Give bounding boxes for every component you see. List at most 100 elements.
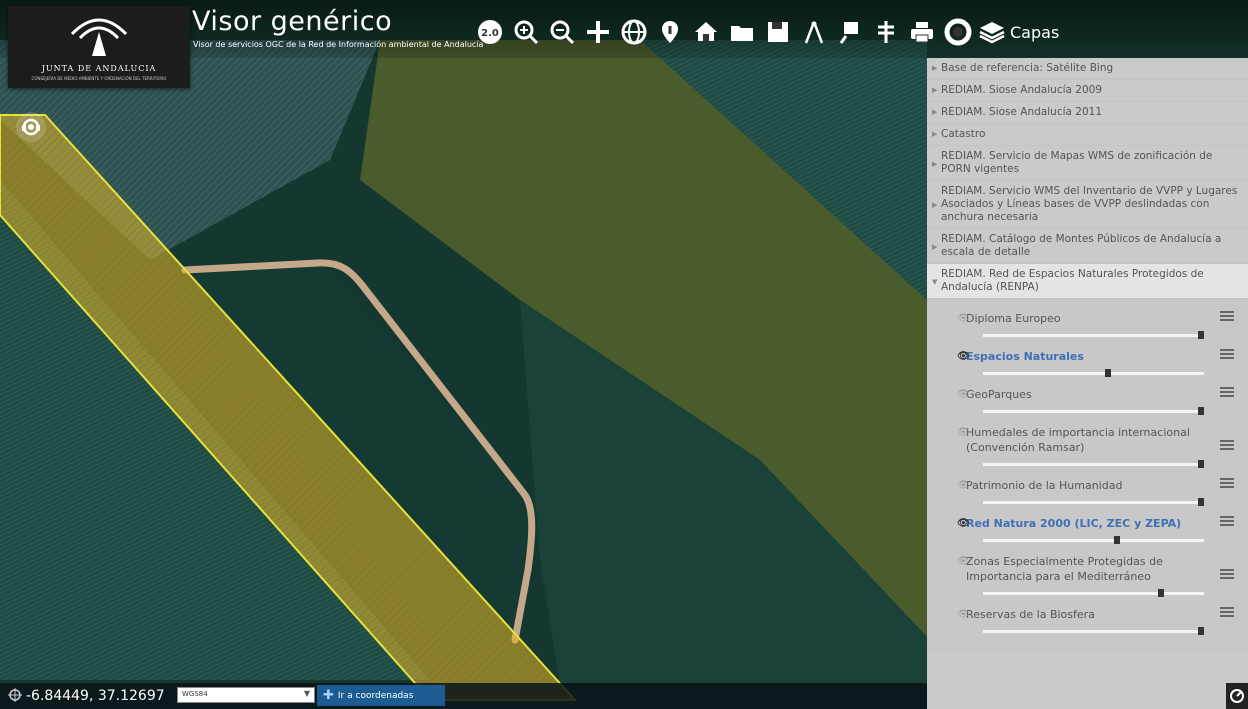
home-icon [695, 22, 717, 41]
layer-name: Reservas de la Biosfera [966, 608, 1095, 621]
folder-icon [731, 26, 753, 41]
draw-button[interactable] [832, 14, 868, 50]
collapse-arrow-icon: ▼ [932, 278, 938, 286]
chevron-down-icon: ▼ [303, 689, 310, 698]
layer-group-label: REDIAM. Siose Andalucía 2011 [941, 106, 1102, 118]
goto-coordinates-button[interactable]: ✚ Ir a coordenadas [317, 685, 445, 706]
layer-group-vvpp[interactable]: ▶ REDIAM. Servicio WMS del Inventario de … [927, 181, 1248, 229]
layer-group-renpa[interactable]: ▼ REDIAM. Red de Espacios Naturales Prote… [927, 264, 1248, 299]
visibility-toggle-icon[interactable]: 👁 [957, 554, 970, 569]
save-button[interactable] [760, 14, 796, 50]
toolbar: 2.0 Capas [472, 12, 1059, 52]
srs-select[interactable]: WGS84 ▼ [177, 687, 315, 703]
info-pin-icon [662, 21, 678, 43]
draw-icon [839, 22, 858, 44]
version-badge-button[interactable]: 2.0 [472, 14, 508, 50]
app-subtitle: Visor de servicios OGC de la Red de Info… [193, 40, 484, 49]
pan-button[interactable] [580, 14, 616, 50]
zoom-in-button[interactable] [508, 14, 544, 50]
expand-arrow-icon: ▶ [932, 130, 938, 138]
layer-group-bing[interactable]: ▶ Base de referencia: Satélite Bing [927, 58, 1248, 80]
visibility-toggle-icon[interactable]: 👁 [957, 516, 970, 531]
visibility-toggle-icon[interactable]: 👁 [957, 311, 970, 326]
print-button[interactable] [904, 14, 940, 50]
legend-list-icon[interactable] [1220, 478, 1234, 490]
print-icon [911, 22, 933, 43]
layer-name: Patrimonio de la Humanidad [966, 479, 1123, 492]
expand-arrow-icon: ▶ [932, 201, 938, 209]
junta-emblem-icon [70, 18, 128, 56]
layer-group-porn[interactable]: ▶ REDIAM. Servicio de Mapas WMS de zonifi… [927, 146, 1248, 181]
expand-arrow-icon: ▶ [932, 86, 938, 94]
visibility-toggle-icon[interactable]: 👁 [957, 349, 970, 364]
globe-button[interactable] [616, 14, 652, 50]
visibility-toggle-icon[interactable]: 👁 [957, 478, 970, 493]
cursor-coordinates: -6.84449, 37.12697 [26, 688, 165, 704]
zoom-out-button[interactable] [544, 14, 580, 50]
logo-text: JUNTA DE ANDALUCIA [41, 64, 157, 73]
help-icon [944, 18, 972, 46]
layer-name: GeoParques [966, 388, 1032, 401]
legend-list-icon[interactable] [1220, 387, 1234, 399]
renpa-layer-list: 👁 Diploma Europeo 👁 Espacios Naturales 👁… [927, 299, 1248, 653]
save-icon [768, 22, 788, 42]
legend-list-icon[interactable] [1220, 311, 1234, 323]
expand-arrow-icon: ▶ [932, 160, 938, 168]
globe-icon [621, 19, 647, 45]
legend-list-icon[interactable] [1220, 440, 1234, 452]
expand-arrow-icon: ▶ [932, 108, 938, 116]
layer-group-label: REDIAM. Siose Andalucía 2009 [941, 84, 1102, 96]
road-icon [878, 21, 894, 43]
legend-list-icon[interactable] [1220, 607, 1234, 619]
opacity-slider[interactable] [983, 627, 1204, 635]
layer-group-label: Catastro [941, 128, 986, 140]
layer-item: 👁 Humedales de importancia internacional… [927, 413, 1248, 468]
legend-list-icon[interactable] [1220, 349, 1234, 361]
layers-button[interactable]: Capas [978, 18, 1059, 46]
headset-icon [22, 118, 40, 136]
layer-item: 👁 Zonas Especialmente Protegidas de Impo… [927, 542, 1248, 597]
assistant-button[interactable] [16, 112, 46, 142]
layer-item: 👁 Reservas de la Biosfera [927, 595, 1248, 635]
expand-arrow-icon: ▶ [932, 243, 938, 251]
layer-name: Zonas Especialmente Protegidas de Import… [966, 555, 1163, 583]
panel-collapse-button[interactable] [1226, 683, 1248, 709]
visibility-toggle-icon[interactable]: 👁 [957, 387, 970, 402]
goto-coordinates-label: Ir a coordenadas [337, 690, 414, 701]
layer-group-label: REDIAM. Servicio de Mapas WMS de zonific… [941, 150, 1213, 175]
measure-button[interactable] [796, 14, 832, 50]
top-header: JUNTA DE ANDALUCIA CONSEJERÍA DE MEDIO A… [0, 0, 1248, 88]
app-title: Visor genérico [192, 6, 393, 37]
layer-group-siose-2011[interactable]: ▶ REDIAM. Siose Andalucía 2011 [927, 102, 1248, 124]
version-badge-icon: 2.0 [478, 20, 502, 44]
help-button[interactable] [940, 14, 976, 50]
layer-group-label: REDIAM. Servicio WMS del Inventario de V… [941, 185, 1238, 223]
opacity-slider-knob[interactable] [1198, 627, 1204, 635]
coordinates-bar: -6.84449, 37.12697 WGS84 ▼ ✚ Ir a coorde… [0, 683, 927, 709]
refresh-icon [1230, 689, 1244, 703]
open-folder-button[interactable] [724, 14, 760, 50]
srs-select-value: WGS84 [182, 690, 208, 698]
road-button[interactable] [868, 14, 904, 50]
legend-list-icon[interactable] [1220, 569, 1234, 581]
home-button[interactable] [688, 14, 724, 50]
layer-group-montes[interactable]: ▶ REDIAM. Catálogo de Montes Públicos de … [927, 229, 1248, 264]
info-button[interactable] [652, 14, 688, 50]
layer-group-label: Base de referencia: Satélite Bing [941, 62, 1114, 74]
layer-group-siose-2009[interactable]: ▶ REDIAM. Siose Andalucía 2009 [927, 80, 1248, 102]
legend-list-icon[interactable] [1220, 516, 1234, 528]
visibility-toggle-icon[interactable]: 👁 [957, 425, 970, 440]
layer-item: 👁 Espacios Naturales [927, 337, 1248, 377]
layer-item: 👁 Diploma Europeo [927, 299, 1248, 339]
layer-panel: ▶ Base de referencia: Satélite Bing ▶ REDI… [927, 58, 1248, 709]
logo-subtext: CONSEJERÍA DE MEDIO AMBIENTE Y ORDENACIÓ… [31, 76, 167, 81]
layer-name: Humedales de importancia internacional (… [966, 426, 1190, 454]
crosshair-icon [8, 688, 22, 702]
junta-logo[interactable]: JUNTA DE ANDALUCIA CONSEJERÍA DE MEDIO A… [8, 6, 190, 88]
layer-group-catastro[interactable]: ▶ Catastro [927, 124, 1248, 146]
zoom-out-icon [550, 20, 575, 45]
expand-arrow-icon: ▶ [932, 64, 938, 72]
measure-icon [804, 21, 824, 44]
visibility-toggle-icon[interactable]: 👁 [957, 607, 970, 622]
layer-name: Red Natura 2000 (LIC, ZEC y ZEPA) [966, 517, 1182, 530]
